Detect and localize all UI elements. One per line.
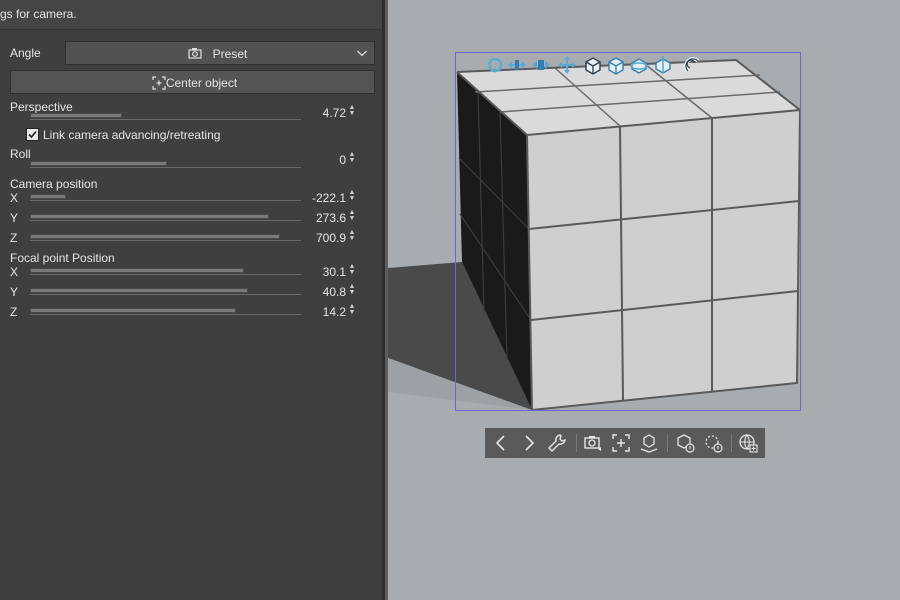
toolbar-separator xyxy=(576,434,577,452)
cube-front-face xyxy=(527,110,800,410)
rotate-icon[interactable] xyxy=(485,55,505,75)
rotate-z-icon[interactable] xyxy=(653,55,673,75)
rotate-reset-icon[interactable] xyxy=(703,433,723,453)
next-icon[interactable] xyxy=(519,433,539,453)
previous-icon[interactable] xyxy=(491,433,511,453)
reset-rotation-icon[interactable] xyxy=(675,433,695,453)
move-all-icon[interactable] xyxy=(557,55,577,75)
rotate-y-icon[interactable] xyxy=(629,55,649,75)
center-object-icon[interactable] xyxy=(611,433,631,453)
object-launcher-toolbar xyxy=(485,428,765,458)
move-depth-icon[interactable] xyxy=(531,55,551,75)
toolbar-separator xyxy=(731,434,732,452)
wrench-icon[interactable] xyxy=(547,433,567,453)
rotate-3d-icon[interactable] xyxy=(583,55,603,75)
toolbar-separator xyxy=(667,434,668,452)
world-icon[interactable] xyxy=(738,433,758,453)
camera-angle-icon[interactable] xyxy=(583,433,603,453)
move-horizontal-icon[interactable] xyxy=(507,55,527,75)
ground-icon[interactable] xyxy=(639,433,659,453)
rotate-x-icon[interactable] xyxy=(606,55,626,75)
snap-magnet-icon[interactable] xyxy=(683,55,703,75)
viewport-canvas[interactable] xyxy=(0,0,900,600)
